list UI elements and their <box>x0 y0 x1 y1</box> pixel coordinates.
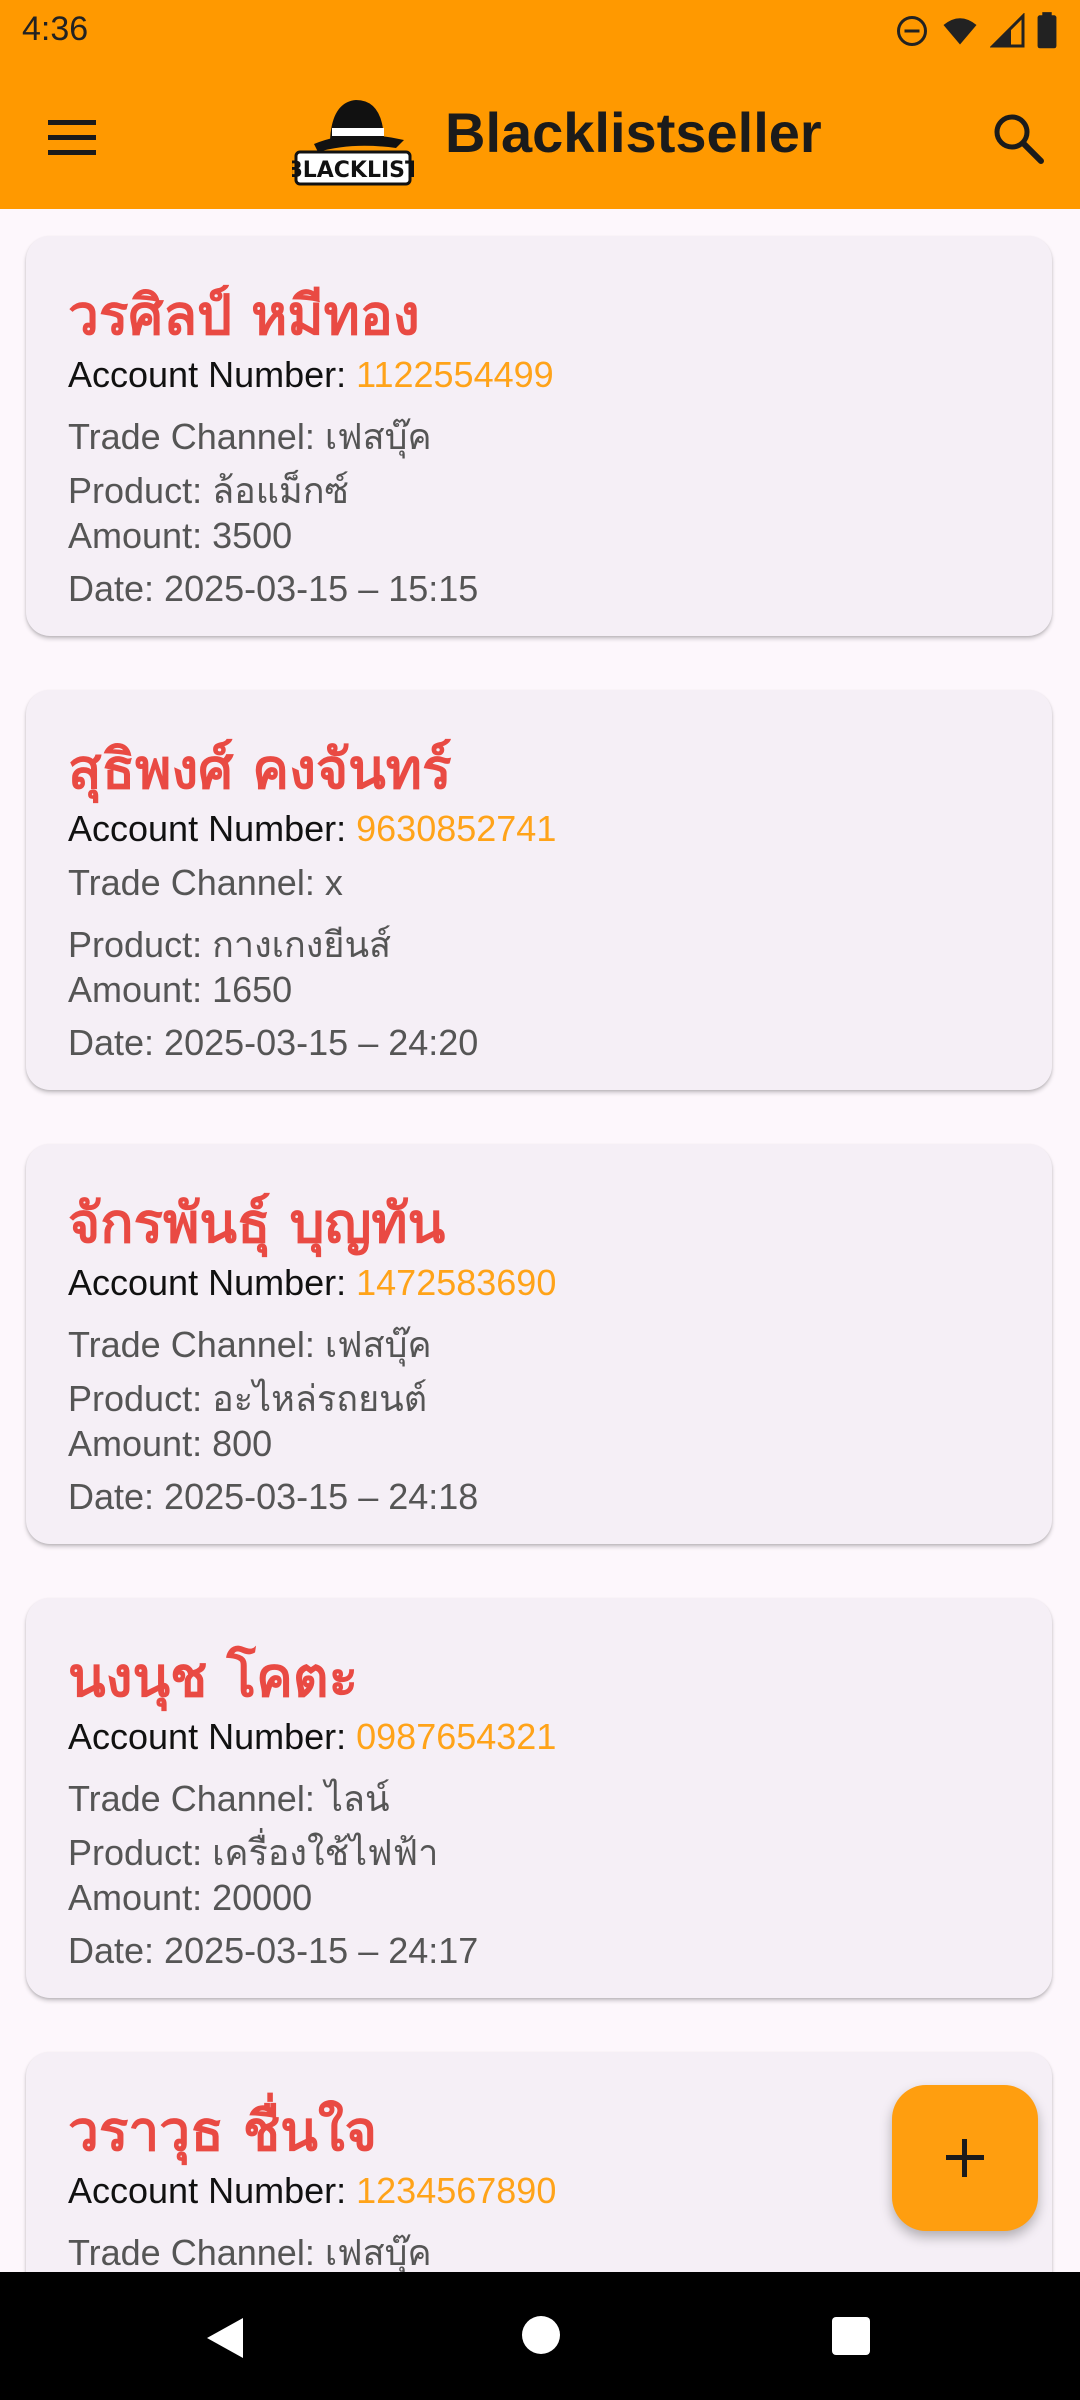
amount-row: Amount: 20000 <box>68 1877 313 1918</box>
record-card[interactable]: จักรพันธุ์ บุญทัน Account Number: 147258… <box>26 1144 1052 1544</box>
account-number: 1122554499 <box>356 354 554 395</box>
date-row: Date: 2025-03-15 – 24:17 <box>68 1930 479 1971</box>
do-not-disturb-icon <box>897 16 927 46</box>
account-number-row: Account Number: 1234567890 <box>68 2170 557 2211</box>
search-icon[interactable] <box>988 108 1048 168</box>
trade-channel-row: Trade Channel: ไลน์ <box>68 1778 390 1819</box>
account-number-row: Account Number: 9630852741 <box>68 808 557 849</box>
record-card[interactable]: สุธิพงศ์ คงจันทร์ Account Number: 963085… <box>26 690 1052 1090</box>
account-number-row: Account Number: 0987654321 <box>68 1716 557 1757</box>
account-number: 1234567890 <box>356 2170 557 2211</box>
record-name: วรศิลป์ หมีทอง <box>68 283 420 347</box>
amount-row: Amount: 800 <box>68 1423 273 1464</box>
amount-row: Amount: 1650 <box>68 969 293 1010</box>
wifi-icon <box>943 18 977 45</box>
svg-text:BLACKLIST: BLACKLIST <box>292 158 414 183</box>
product-row: Product: เครื่องใช้ไฟฟ้า <box>68 1832 439 1873</box>
system-nav-bar <box>0 2272 1080 2400</box>
product-row: Product: อะไหล่รถยนต์ <box>68 1378 428 1419</box>
signal-icon <box>990 13 1025 48</box>
recent-apps-icon[interactable] <box>832 2317 870 2355</box>
record-name: นงนุช โคตะ <box>68 1645 359 1709</box>
menu-icon[interactable] <box>44 110 104 166</box>
home-icon[interactable] <box>522 2316 560 2354</box>
date-row: Date: 2025-03-15 – 24:18 <box>68 1476 479 1517</box>
plus-icon <box>946 2139 984 2177</box>
trade-channel-row: Trade Channel: เฟสบุ๊ค <box>68 2232 432 2272</box>
trade-channel-row: Trade Channel: เฟสบุ๊ค <box>68 416 432 457</box>
amount-row: Amount: 3500 <box>68 515 293 556</box>
add-record-button[interactable] <box>892 2085 1038 2231</box>
status-time: 4:36 <box>22 10 89 48</box>
date-row: Date: 2025-03-15 – 15:15 <box>68 568 479 609</box>
account-number: 9630852741 <box>356 808 557 849</box>
record-card[interactable]: นงนุช โคตะ Account Number: 0987654321 Tr… <box>26 1598 1052 1998</box>
back-icon[interactable] <box>205 2316 245 2360</box>
record-name: จักรพันธุ์ บุญทัน <box>68 1191 446 1255</box>
date-row: Date: 2025-03-15 – 24:20 <box>68 1022 479 1063</box>
blacklist-logo: BLACKLIST <box>286 94 420 188</box>
product-row: Product: ล้อแม็กซ์ <box>68 470 349 511</box>
blacklist-list[interactable]: วรศิลป์ หมีทอง Account Number: 112255449… <box>0 209 1080 2272</box>
account-number-row: Account Number: 1122554499 <box>68 354 554 395</box>
app-bar: BLACKLIST Blacklistseller <box>0 66 1080 209</box>
account-number: 0987654321 <box>356 1716 557 1757</box>
record-card[interactable]: วรศิลป์ หมีทอง Account Number: 112255449… <box>26 236 1052 636</box>
trade-channel-row: Trade Channel: x <box>68 862 343 903</box>
trade-channel-row: Trade Channel: เฟสบุ๊ค <box>68 1324 432 1365</box>
account-number: 1472583690 <box>356 1262 557 1303</box>
record-name: วราวุธ ชื่นใจ <box>68 2099 377 2163</box>
account-number-row: Account Number: 1472583690 <box>68 1262 557 1303</box>
record-name: สุธิพงศ์ คงจันทร์ <box>68 737 452 801</box>
battery-icon <box>1037 12 1057 49</box>
app-title: Blacklistseller <box>445 101 822 164</box>
product-row: Product: กางเกงยีนส์ <box>68 924 392 965</box>
status-bar: 4:36 <box>0 0 1080 66</box>
